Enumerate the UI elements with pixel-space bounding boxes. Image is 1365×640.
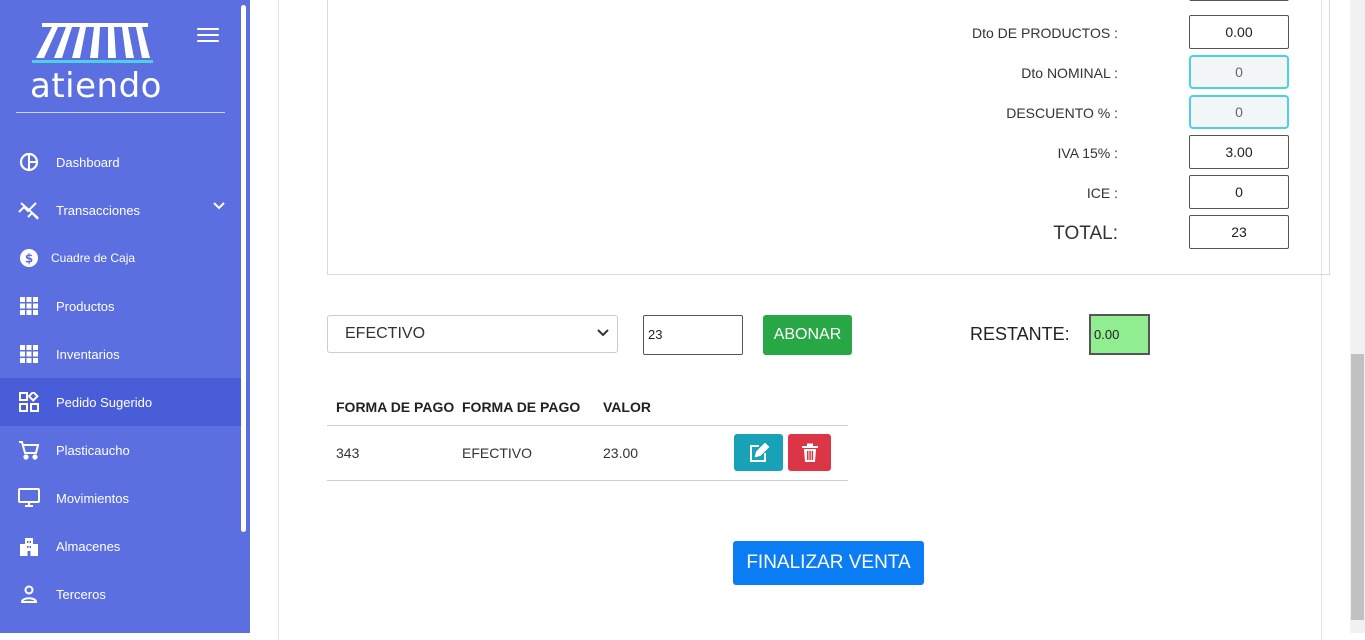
edit-icon [749,442,769,462]
sidebar-menu: Dashboard Transacciones $ Cuadre de Caja… [0,138,241,618]
delete-payment-button[interactable] [788,434,831,471]
logo-text: atiendo [30,66,162,106]
transactions-icon [18,199,40,221]
sidebar-item-pedido-sugerido[interactable]: Pedido Sugerido [0,378,241,426]
totals-row-iva: IVA 15% : 3.00 [328,135,1329,169]
pie-chart-icon [18,151,40,173]
sidebar-scrollbar[interactable] [241,5,246,532]
monitor-icon [18,487,40,509]
sidebar-item-movimientos[interactable]: Movimientos [0,474,241,522]
sidebar-item-plasticaucho[interactable]: Plasticaucho [0,426,241,474]
column-header: FORMA DE PAGO [462,399,581,415]
edit-payment-button[interactable] [734,434,783,471]
payment-id-cell: 343 [336,445,360,461]
payment-method-cell: EFECTIVO [462,445,533,461]
dto-productos-label: Dto DE PRODUCTOS : [972,25,1118,41]
sidebar-item-label: Transacciones [56,202,141,218]
iva-label: IVA 15% : [1057,145,1118,161]
table-row: 343 EFECTIVO 23.00 [327,426,848,481]
totals-row-ice: ICE : 0 [328,175,1329,209]
dto-nominal-field[interactable]: 0 [1189,55,1289,89]
sidebar-item-dashboard[interactable]: Dashboard [0,138,241,186]
sidebar-item-transacciones[interactable]: Transacciones [0,186,241,234]
person-icon [18,583,40,605]
trash-icon [801,443,818,462]
sidebar-item-label: Movimientos [56,490,129,506]
dto-productos-field[interactable]: 0.00 [1189,15,1289,49]
cart-icon [18,439,40,461]
sidebar-item-almacenes[interactable]: Almacenes [0,522,241,570]
sidebar-item-cuadre-de-caja[interactable]: $ Cuadre de Caja [0,234,241,282]
grid-icon [18,343,40,365]
subtotal-field-partial[interactable] [1189,0,1289,1]
sale-card: Dto DE PRODUCTOS : 0.00 Dto NOMINAL : 0 … [278,0,1330,640]
payments-table: FORMA DE PAGO FORMA DE PAGO VALOR 343 EF… [327,386,848,481]
sidebar-item-label: Almacenes [56,538,121,554]
widgets-icon [18,391,40,413]
payment-method-select[interactable]: EFECTIVO [327,315,618,353]
grid-icon [18,295,40,317]
chevron-down-icon [597,329,609,337]
sidebar-item-label: Terceros [56,586,106,602]
dollar-circle-icon: $ [18,247,40,269]
scrollbar-thumb[interactable] [1351,354,1364,620]
finalizar-venta-button[interactable]: FINALIZAR VENTA [733,541,924,585]
sidebar: atiendo Dashboard Transacciones $ Cuadre… [0,0,250,633]
sidebar-item-label: Plasticaucho [56,442,130,458]
main-content: Dto DE PRODUCTOS : 0.00 Dto NOMINAL : 0 … [250,0,1350,640]
sidebar-item-label: Pedido Sugerido [56,394,153,410]
dto-nominal-label: Dto NOMINAL : [1021,65,1118,81]
total-field[interactable]: 23 [1189,215,1289,249]
ice-field[interactable]: 0 [1189,175,1289,209]
sidebar-item-label: Productos [56,298,115,314]
sidebar-item-inventarios[interactable]: Inventarios [0,330,241,378]
building-icon [18,535,40,557]
descuento-field[interactable]: 0 [1189,95,1289,129]
sidebar-item-terceros[interactable]: Terceros [0,570,241,618]
totals-row-dto-nominal: Dto NOMINAL : 0 [328,55,1329,89]
payment-method-value: EFECTIVO [345,325,426,342]
restante-label: RESTANTE: [970,324,1070,344]
chevron-down-icon [213,202,225,210]
totals-box: Dto DE PRODUCTOS : 0.00 Dto NOMINAL : 0 … [327,0,1330,275]
iva-field[interactable]: 3.00 [1189,135,1289,169]
sidebar-item-label: Inventarios [56,346,120,362]
totals-row-total: TOTAL: 23 [328,215,1329,249]
totals-row-descuento: DESCUENTO % : 0 [328,95,1329,129]
total-label: TOTAL: [1053,223,1118,244]
payment-amount-input[interactable]: 23 [643,315,743,355]
hamburger-menu-icon[interactable] [197,28,219,44]
abonar-button[interactable]: ABONAR [763,315,852,355]
column-header: FORMA DE PAGO [336,399,455,415]
ice-label: ICE : [1086,185,1118,201]
payment-value-cell: 23.00 [603,445,639,461]
page-scrollbar[interactable] [1350,0,1365,633]
descuento-label: DESCUENTO % : [1006,105,1118,121]
restante-value: 0.00 [1089,314,1150,355]
sidebar-item-productos[interactable]: Productos [0,282,241,330]
totals-row-dto-productos: Dto DE PRODUCTOS : 0.00 [328,15,1329,49]
sidebar-item-label: Dashboard [56,154,120,170]
table-header: FORMA DE PAGO FORMA DE PAGO VALOR [327,386,848,426]
column-header: VALOR [603,399,651,415]
svg-text:$: $ [25,252,33,266]
sidebar-item-label: Cuadre de Caja [51,251,136,265]
logo-divider [16,112,225,113]
